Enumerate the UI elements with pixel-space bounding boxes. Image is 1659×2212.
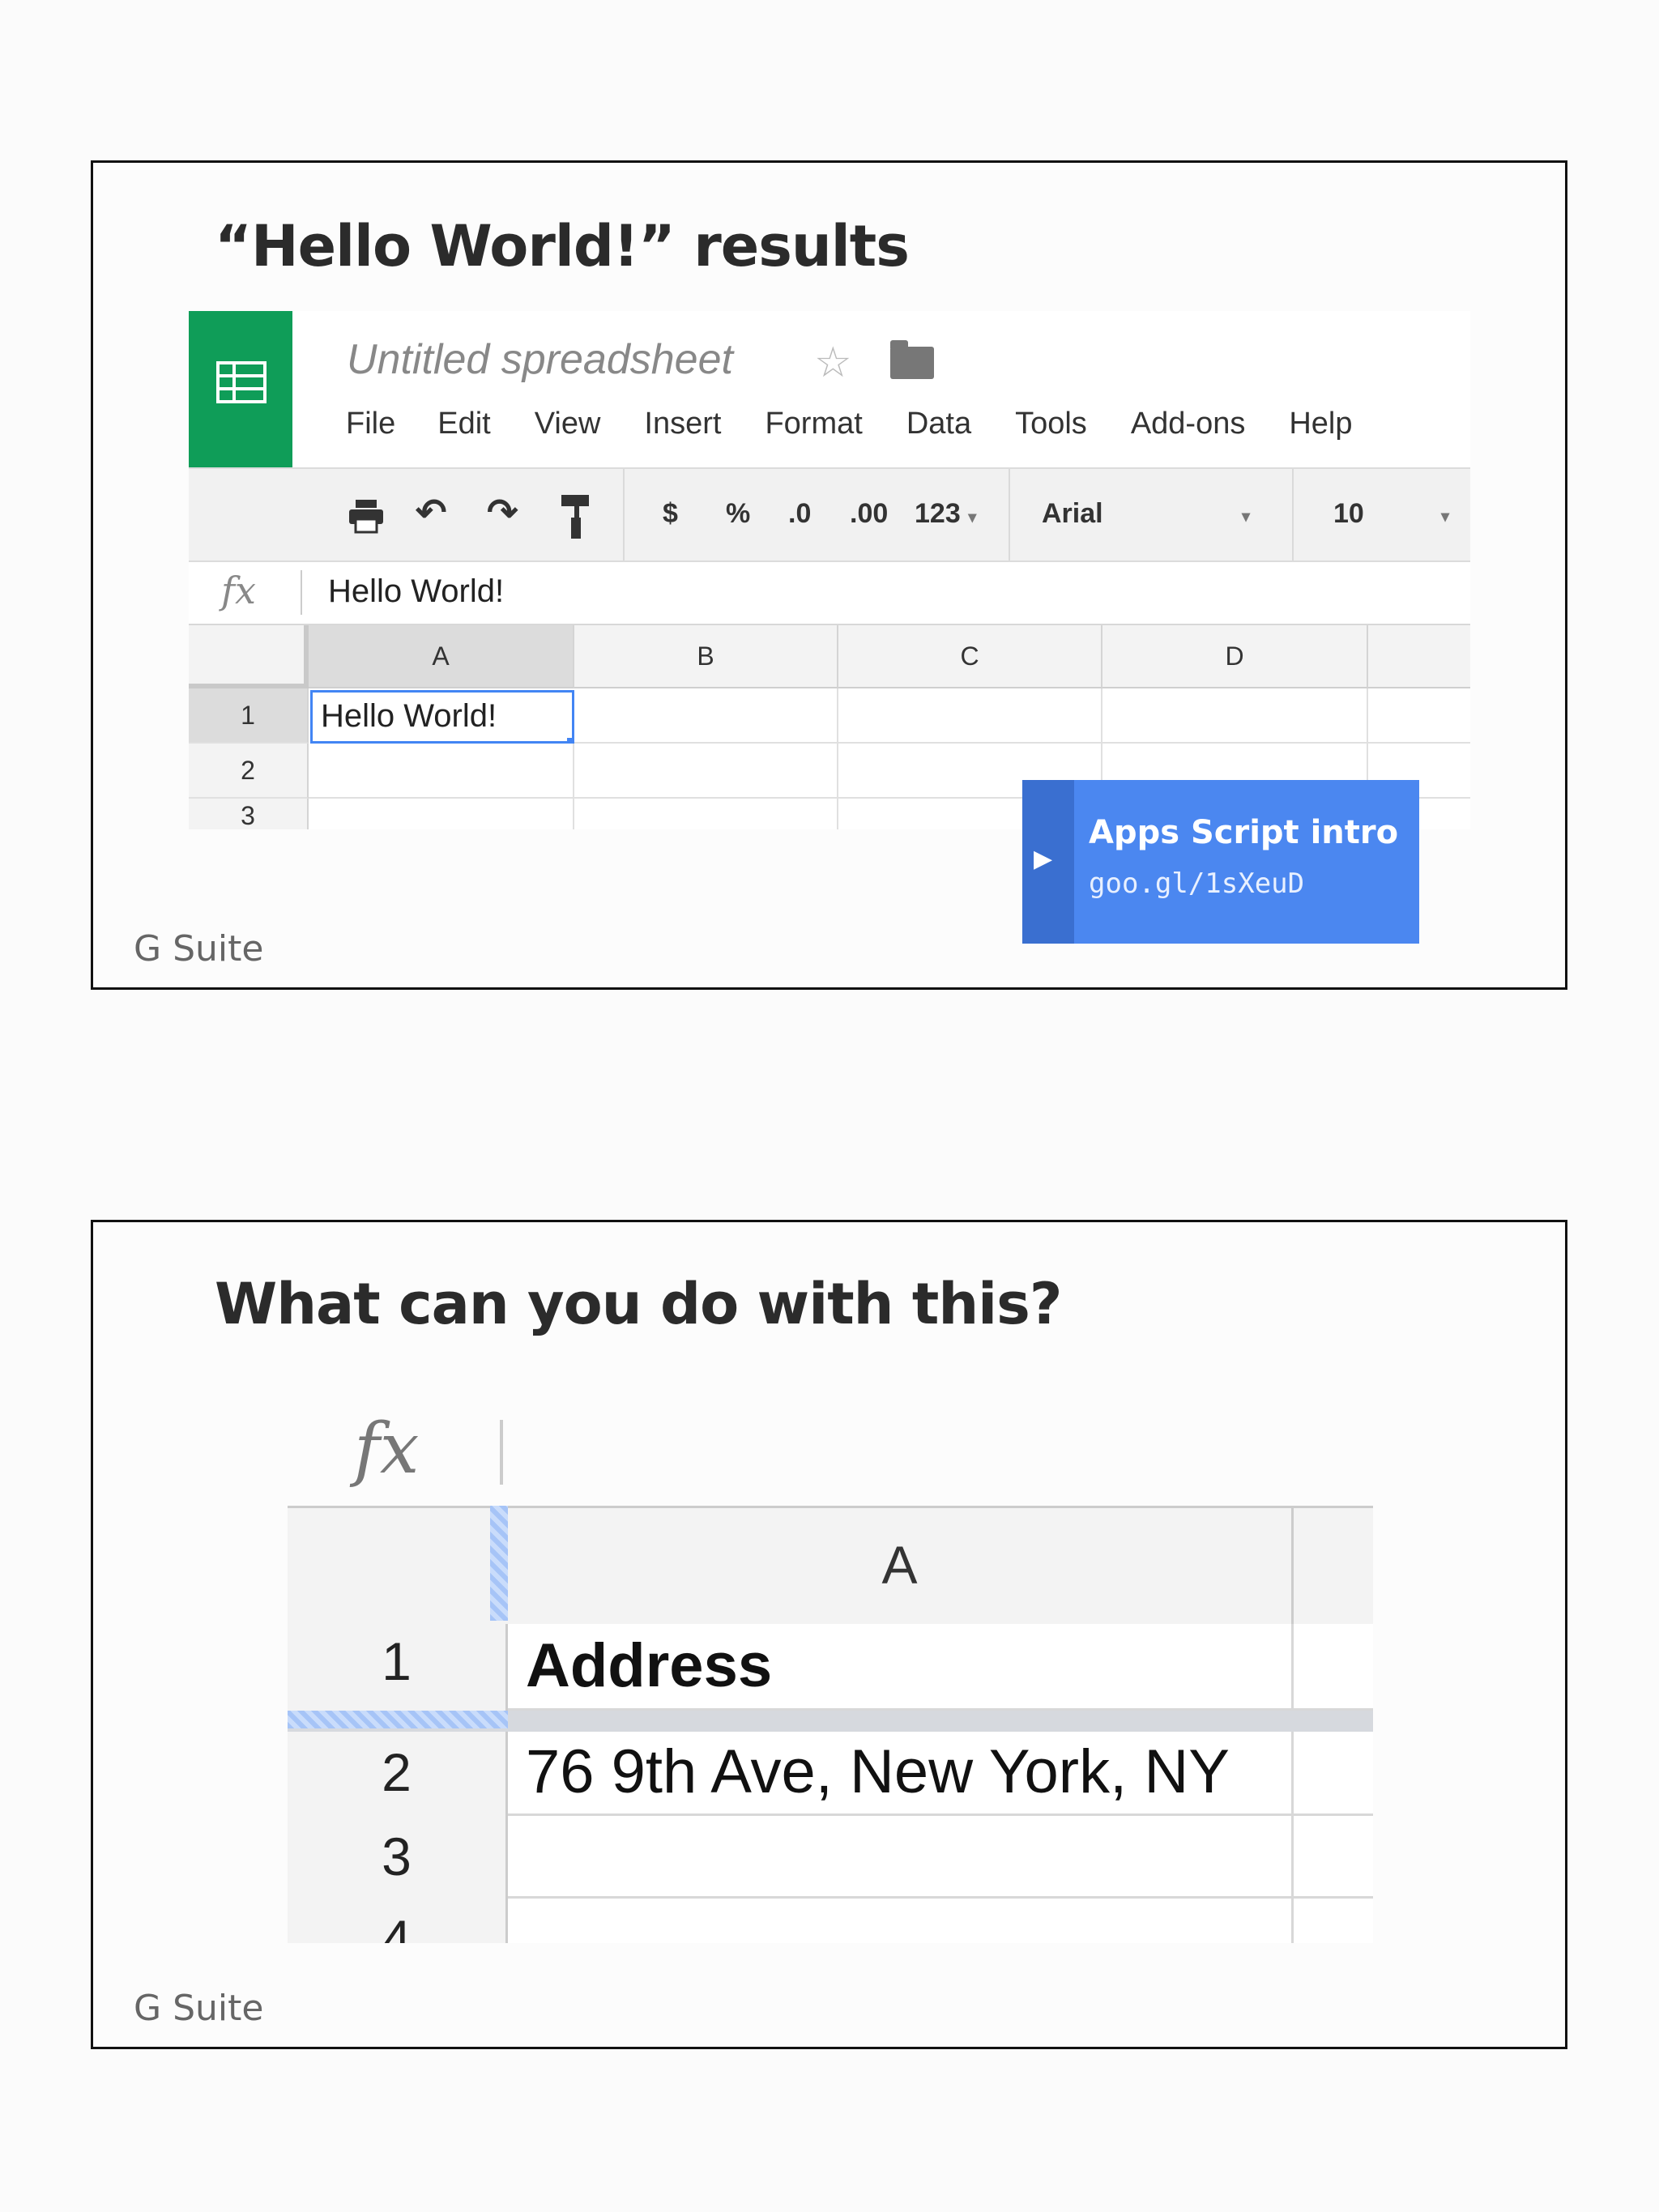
table-row: 1 Address — [288, 1624, 1373, 1711]
row-header-1[interactable]: 1 — [189, 688, 309, 744]
formula-bar: fx Hello World! — [189, 562, 1470, 625]
slide-title: What can you do with this? — [215, 1271, 1062, 1337]
slide-hello-world-results: “Hello World!” results Untitled spreadsh… — [91, 160, 1567, 990]
menu-add-ons[interactable]: Add-ons — [1131, 407, 1246, 441]
font-size-select[interactable]: 10 — [1333, 498, 1364, 530]
toolbar: ↶ ↷ $ % .0 .00 123 ▾ Arial ▾ 10 ▾ — [189, 467, 1470, 562]
column-header-a[interactable]: A — [309, 625, 574, 688]
spreadsheet-screenshot: Untitled spreadsheet ☆ File Edit View In… — [189, 311, 1470, 829]
column-freeze-handle[interactable] — [490, 1506, 510, 1621]
gsuite-logo: G Suite — [134, 928, 264, 970]
formula-bar-divider — [500, 1420, 503, 1485]
cell-b1[interactable] — [574, 688, 838, 744]
column-header-b[interactable]: B — [574, 625, 838, 688]
fx-icon: fx — [221, 569, 256, 612]
currency-format-button[interactable]: $ — [663, 498, 678, 530]
star-icon[interactable]: ☆ — [814, 339, 852, 387]
column-header-a[interactable]: A — [508, 1506, 1294, 1624]
cell-b3[interactable] — [1294, 1816, 1373, 1899]
column-header-b[interactable] — [1294, 1506, 1373, 1624]
cell-a3[interactable] — [309, 799, 574, 829]
undo-icon[interactable]: ↶ — [416, 490, 447, 534]
cell-e1[interactable] — [1368, 688, 1470, 744]
cell-b3[interactable] — [574, 799, 838, 829]
fx-icon: fx — [354, 1409, 420, 1490]
table-row: 3 — [288, 1816, 1373, 1899]
menu-file[interactable]: File — [346, 407, 395, 441]
row-header-2[interactable]: 2 — [189, 744, 309, 799]
cell-b1[interactable] — [1294, 1624, 1373, 1711]
print-icon[interactable] — [348, 498, 385, 534]
play-icon: ▶ — [1034, 846, 1053, 872]
cell-b4[interactable] — [1294, 1899, 1373, 1943]
link-card-url[interactable]: goo.gl/1sXeuD — [1089, 867, 1304, 900]
toolbar-divider — [1009, 469, 1010, 560]
chevron-down-icon[interactable]: ▾ — [1441, 506, 1449, 526]
paint-format-icon[interactable] — [560, 493, 592, 540]
percent-format-button[interactable]: % — [726, 498, 750, 530]
formula-bar-divider — [301, 570, 302, 615]
cell-a2[interactable] — [309, 744, 574, 799]
slide-what-can-you-do: What can you do with this? fx A 1 Addres… — [91, 1220, 1567, 2049]
sheets-grid-icon — [216, 361, 267, 403]
cell-d1[interactable] — [1102, 688, 1368, 744]
row-header-2[interactable]: 2 — [288, 1732, 508, 1816]
menu-bar: File Edit View Insert Format Data Tools … — [346, 407, 1397, 441]
gsuite-logo: G Suite — [134, 1988, 264, 2029]
redo-icon[interactable]: ↷ — [487, 490, 518, 534]
cell-c1[interactable] — [838, 688, 1102, 744]
cell-a3[interactable] — [508, 1816, 1294, 1899]
cell-b2[interactable] — [574, 744, 838, 799]
row-header-1[interactable]: 1 — [288, 1624, 508, 1711]
increase-decimals-button[interactable]: .00 — [850, 498, 888, 530]
cell-a1[interactable]: Address — [508, 1624, 1294, 1711]
chevron-down-icon[interactable]: ▾ — [1242, 506, 1250, 526]
menu-format[interactable]: Format — [765, 407, 862, 441]
select-all-corner[interactable] — [288, 1506, 508, 1624]
menu-data[interactable]: Data — [906, 407, 971, 441]
chevron-down-icon: ▾ — [968, 509, 977, 526]
menu-insert[interactable]: Insert — [644, 407, 721, 441]
row-header-3[interactable]: 3 — [189, 799, 309, 829]
cell-a2[interactable]: 76 9th Ave, New York, NY — [508, 1732, 1294, 1816]
font-select[interactable]: Arial — [1042, 498, 1103, 530]
toolbar-divider — [1292, 469, 1294, 560]
sheets-logo[interactable] — [189, 311, 292, 467]
document-title[interactable]: Untitled spreadsheet — [347, 335, 733, 384]
row-header-4[interactable]: 4 — [288, 1899, 508, 1943]
more-formats-button[interactable]: 123 ▾ — [915, 498, 976, 530]
formula-input[interactable]: Hello World! — [328, 573, 504, 610]
table-row: 4 — [288, 1899, 1373, 1943]
toolbar-divider — [623, 469, 625, 560]
cell-b2[interactable] — [1294, 1732, 1373, 1816]
cell-a4[interactable] — [508, 1899, 1294, 1943]
column-header-c[interactable]: C — [838, 625, 1102, 688]
menu-view[interactable]: View — [535, 407, 601, 441]
slide-title: “Hello World!” results — [215, 213, 910, 279]
menu-help[interactable]: Help — [1289, 407, 1352, 441]
row-freeze-handle[interactable] — [288, 1711, 508, 1728]
table-row: 2 76 9th Ave, New York, NY — [288, 1732, 1373, 1816]
link-card-strip: ▶ — [1022, 780, 1074, 944]
column-header-e[interactable] — [1368, 625, 1470, 688]
select-all-corner[interactable] — [189, 625, 309, 688]
decrease-decimals-button[interactable]: .0 — [788, 498, 811, 530]
more-formats-label: 123 — [915, 498, 961, 529]
folder-icon[interactable] — [890, 340, 934, 379]
apps-script-intro-link-card[interactable]: ▶ Apps Script intro goo.gl/1sXeuD — [1022, 780, 1419, 944]
row-header-3[interactable]: 3 — [288, 1816, 508, 1899]
menu-edit[interactable]: Edit — [437, 407, 490, 441]
zoomed-spreadsheet: fx A 1 Address 2 76 9th Ave, New York, N… — [288, 1409, 1373, 1943]
column-header-d[interactable]: D — [1102, 625, 1368, 688]
link-card-title: Apps Script intro — [1089, 814, 1399, 851]
menu-tools[interactable]: Tools — [1015, 407, 1087, 441]
cell-a1[interactable]: Hello World! — [310, 690, 574, 744]
